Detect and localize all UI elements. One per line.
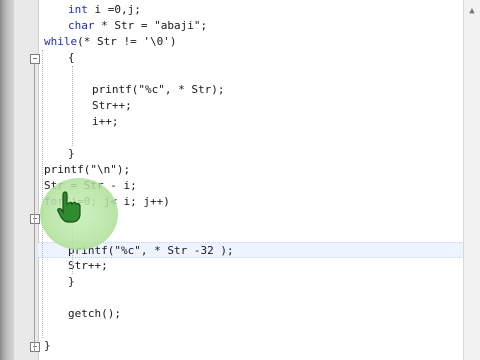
indent-guide [42, 50, 43, 338]
hand-pointer-icon [57, 191, 81, 223]
code-editor[interactable]: int i =0,j; char * Str = "abaji"; while(* … [38, 0, 464, 360]
code-line[interactable] [38, 290, 464, 306]
code-line[interactable]: while(* Str != '\0') [38, 34, 464, 50]
vertical-scrollbar[interactable]: ▲ [463, 0, 480, 360]
code-line[interactable]: } [38, 274, 464, 290]
scroll-up-arrow-icon[interactable]: ▲ [467, 6, 477, 16]
code-line[interactable]: printf("%c", * Str); [38, 82, 464, 98]
code-line[interactable]: printf("%c", * Str -32 ); [38, 242, 464, 258]
code-line[interactable]: getch(); [38, 306, 464, 322]
editor-gutter: −−− [14, 0, 40, 360]
fold-range-line [34, 64, 35, 352]
code-line[interactable]: } [38, 146, 464, 162]
code-line[interactable]: } [38, 338, 464, 354]
code-line[interactable]: Str++; [38, 98, 464, 114]
window-left-edge [0, 0, 14, 360]
code-line[interactable]: { [38, 50, 464, 66]
code-line[interactable]: char * Str = "abaji"; [38, 18, 464, 34]
code-line[interactable]: int i =0,j; [38, 2, 464, 18]
code-line[interactable]: i++; [38, 114, 464, 130]
code-line[interactable]: Str++; [38, 258, 464, 274]
code-line[interactable] [38, 66, 464, 82]
code-line[interactable]: printf("\n"); [38, 162, 464, 178]
code-line[interactable] [38, 322, 464, 338]
code-line[interactable] [38, 130, 464, 146]
indent-guide [72, 66, 73, 146]
